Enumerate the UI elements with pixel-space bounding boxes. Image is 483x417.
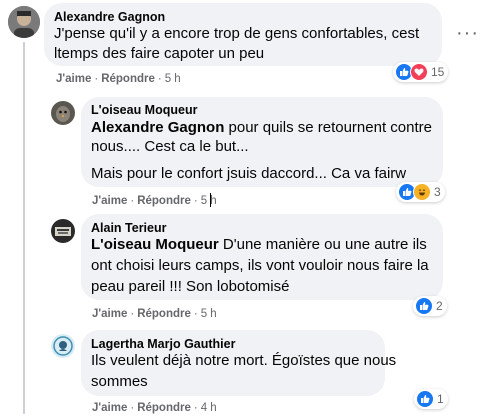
reaction-summary[interactable]: 2 <box>413 296 447 316</box>
timestamp[interactable]: 5 h <box>165 73 181 85</box>
reaction-count: 15 <box>431 65 445 79</box>
comment-text-line: ont choisi leurs camps, ils vont vouloir… <box>91 257 429 274</box>
comment-author[interactable]: L'oiseau Moqueur <box>91 103 197 117</box>
mention-link[interactable]: Alexandre Gagnon <box>91 119 224 136</box>
avatar-alain-terieur[interactable] <box>51 219 75 243</box>
timestamp[interactable]: 4 h <box>201 402 217 414</box>
reaction-summary[interactable]: 15 <box>393 62 449 82</box>
comment-text-line: L'oiseau Moqueur D'une manière ou une au… <box>91 236 427 253</box>
mention-link[interactable]: L'oiseau Moqueur <box>91 236 219 253</box>
comment-text-line: Mais pour le confort jsuis daccord... Ca… <box>91 165 407 182</box>
like-action[interactable]: J'aime <box>92 195 127 207</box>
reaction-count: 2 <box>436 299 443 313</box>
comment-actions: J'aime · Répondre · 5 h <box>92 308 217 320</box>
timestamp[interactable]: 5 h <box>201 195 217 207</box>
thumbs-up-icon <box>416 390 434 408</box>
reply-action[interactable]: Répondre <box>101 73 155 85</box>
avatar-loiseau-moqueur[interactable] <box>51 101 75 125</box>
avatar-photo-icon <box>51 101 75 125</box>
comment-text-line: nous.... Cest ca le but... <box>91 138 249 155</box>
comment-author[interactable]: Alain Terieur <box>91 221 166 235</box>
comment-text-line: sommes <box>91 373 148 390</box>
reply-action[interactable]: Répondre <box>137 195 191 207</box>
like-action[interactable]: J'aime <box>92 308 127 320</box>
comment-actions: J'aime · Répondre · 5 h <box>56 73 181 85</box>
comment-text-line: Ils veulent déjà notre mort. Égoïstes qu… <box>91 352 397 369</box>
comment-actions: J'aime · Répondre · 5 h <box>92 195 217 207</box>
like-action[interactable]: J'aime <box>92 402 127 414</box>
reply-action[interactable]: Répondre <box>137 402 191 414</box>
comment-text-line: peau pareil !!! Son lobotomisé <box>91 278 290 295</box>
reaction-count: 1 <box>437 392 444 406</box>
timestamp[interactable]: 5 h <box>201 308 217 320</box>
avatar-photo-icon <box>51 219 75 243</box>
avatar-photo-icon <box>8 6 40 38</box>
comment-text-line: J'pense qu'il y a encore trop de gens co… <box>54 25 420 42</box>
avatar-alexandre-gagnon[interactable] <box>8 6 40 38</box>
thread-line <box>23 42 25 414</box>
text-cursor <box>210 193 211 207</box>
reply-action[interactable]: Répondre <box>137 308 191 320</box>
avatar-lagertha-marjo-gauthier[interactable] <box>51 334 75 358</box>
avatar-photo-icon <box>51 334 75 358</box>
reaction-count: 3 <box>434 185 441 199</box>
laughing-face-icon <box>413 183 431 201</box>
heart-icon <box>410 63 428 81</box>
like-action[interactable]: J'aime <box>56 73 91 85</box>
comment-text-line: ltemps des faire capoter un peu <box>54 45 265 62</box>
comment-text-line: Alexandre Gagnon pour quils se retournen… <box>91 119 432 136</box>
reaction-summary[interactable]: 1 <box>414 389 448 409</box>
comment-actions: J'aime · Répondre · 4 h <box>92 402 217 414</box>
comment-author[interactable]: Alexandre Gagnon <box>54 10 165 24</box>
reaction-summary[interactable]: 3 <box>396 182 445 202</box>
comment-author[interactable]: Lagertha Marjo Gauthier <box>91 337 235 351</box>
more-options-icon[interactable]: ··· <box>456 22 479 45</box>
thumbs-up-icon <box>415 297 433 315</box>
